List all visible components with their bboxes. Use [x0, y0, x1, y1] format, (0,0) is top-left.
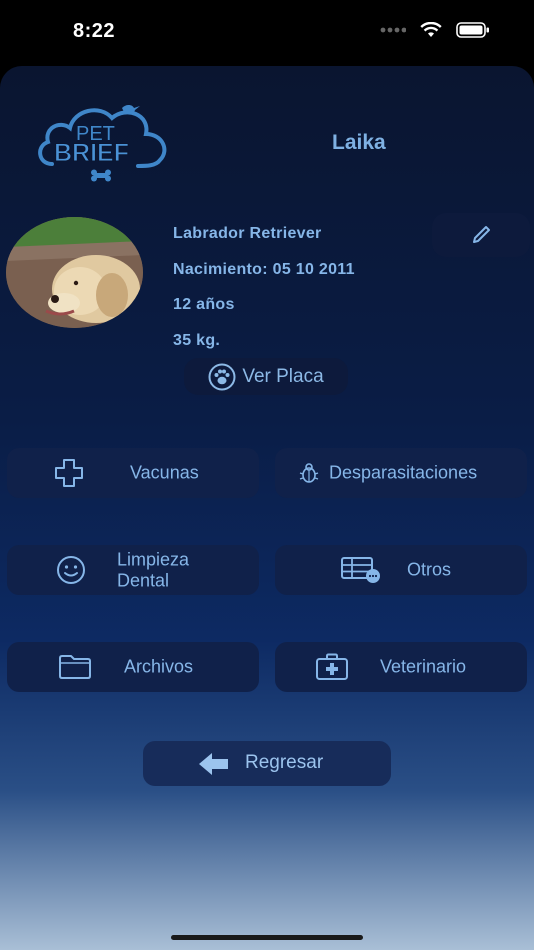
app-screen	[0, 66, 534, 950]
regresar-button[interactable]: Regresar	[143, 741, 391, 786]
regresar-label: Regresar	[245, 752, 324, 773]
status-icons	[380, 22, 490, 38]
desparasitaciones-button[interactable]: Desparasitaciones	[275, 448, 527, 498]
pet-age: 12 años	[173, 296, 235, 313]
table-icon	[341, 557, 380, 583]
pencil-icon	[473, 226, 490, 243]
pet-name: Laika	[332, 131, 386, 154]
battery-icon	[456, 22, 489, 38]
edit-button[interactable]	[432, 213, 530, 257]
pet-birth: Nacimiento: 05 10 2011	[173, 261, 355, 278]
bug-icon	[299, 463, 319, 483]
otros-button[interactable]: Otros	[275, 545, 527, 595]
plus-icon	[55, 459, 83, 487]
pet-weight: 35 kg.	[173, 332, 221, 349]
smile-icon	[57, 556, 85, 584]
paw-icon	[208, 363, 236, 390]
archivos-button[interactable]: Archivos	[7, 642, 259, 692]
veterinario-button[interactable]: Veterinario	[275, 642, 527, 692]
cellular-signal-icon	[380, 27, 406, 33]
pet-photo[interactable]	[6, 217, 143, 328]
status-time: 8:22	[73, 20, 116, 42]
archivos-label: Archivos	[124, 656, 194, 677]
limpieza-dental-button[interactable]: Limpieza Dental	[7, 545, 259, 595]
ver-placa-button[interactable]: Ver Placa	[184, 358, 348, 395]
veterinario-label: Veterinario	[380, 656, 467, 677]
vacunas-label: Vacunas	[130, 462, 199, 483]
pet-brief-logo: PET BRIEF	[34, 100, 172, 190]
logo-brief-text: BRIEF	[54, 139, 129, 167]
bone-icon	[91, 169, 111, 182]
vacunas-button[interactable]: Vacunas	[7, 448, 259, 498]
limpieza-label-line1: Limpieza	[117, 549, 190, 570]
folder-icon	[59, 655, 91, 679]
ver-placa-label: Ver Placa	[242, 365, 324, 387]
wifi-icon	[420, 22, 442, 37]
otros-label: Otros	[407, 559, 452, 580]
status-bar: 8:22	[0, 0, 534, 66]
home-indicator	[171, 935, 363, 940]
arrow-left-icon	[199, 753, 228, 775]
medkit-icon	[316, 653, 348, 680]
limpieza-label-line2: Dental	[117, 570, 170, 590]
desparasitaciones-label: Desparasitaciones	[329, 462, 478, 483]
pet-breed: Labrador Retriever	[173, 225, 322, 242]
